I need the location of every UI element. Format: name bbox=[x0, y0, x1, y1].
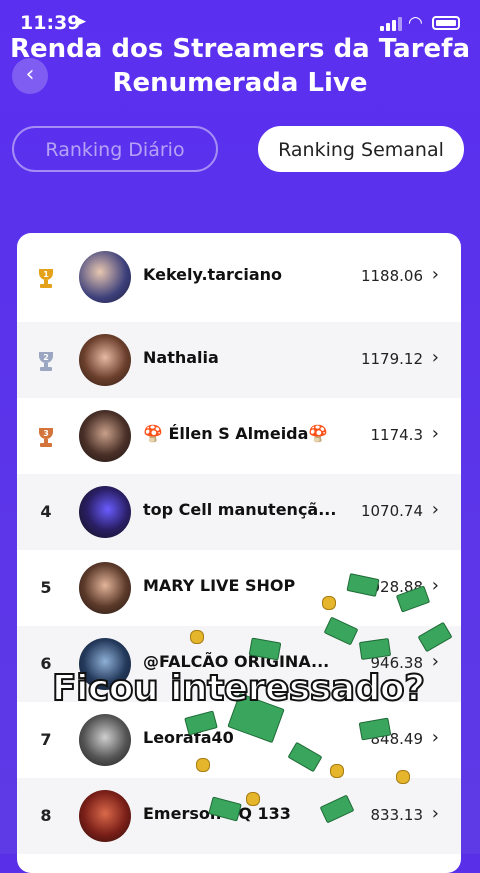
wifi-icon: ◠ bbox=[408, 13, 423, 33]
ranking-list: 1 Kekely.tarciano 1188.06 › 2 Nathalia 1… bbox=[17, 233, 461, 873]
signal-icon bbox=[380, 17, 402, 31]
avatar bbox=[79, 790, 131, 842]
score: 1188.06 bbox=[360, 267, 423, 285]
score: 833.13 bbox=[370, 806, 424, 824]
score: 1179.12 bbox=[360, 350, 423, 368]
avatar bbox=[79, 562, 131, 614]
bronze-trophy-icon: 3 bbox=[37, 428, 55, 448]
list-item[interactable]: 3 🍄 Éllen S Almeida🍄 1174.3 › bbox=[17, 398, 461, 474]
tab-ranking-semanal[interactable]: Ranking Semanal bbox=[258, 126, 464, 172]
gold-trophy-icon: 1 bbox=[37, 269, 55, 289]
streamer-name: Kekely.tarciano bbox=[143, 265, 283, 284]
chevron-right-icon: › bbox=[431, 264, 439, 285]
promo-overlay-text: Ficou interessado? bbox=[51, 667, 426, 710]
back-button[interactable]: ‹ bbox=[12, 58, 48, 94]
avatar bbox=[79, 251, 131, 303]
streamer-name: Nathalia bbox=[143, 348, 219, 367]
score: 1070.74 bbox=[360, 502, 423, 520]
silver-trophy-icon: 2 bbox=[37, 352, 55, 372]
chevron-right-icon: › bbox=[431, 499, 439, 520]
chevron-right-icon: › bbox=[431, 803, 439, 824]
avatar bbox=[79, 486, 131, 538]
avatar bbox=[79, 410, 131, 462]
tab-ranking-diario[interactable]: Ranking Diário bbox=[12, 126, 218, 172]
rank-number: 7 bbox=[40, 730, 52, 749]
chevron-right-icon: › bbox=[431, 575, 439, 596]
chevron-right-icon: › bbox=[431, 651, 439, 672]
streamer-name: top Cell manutençã... bbox=[143, 500, 337, 519]
streamer-name: MARY LIVE SHOP bbox=[143, 576, 296, 595]
list-item[interactable]: 5 MARY LIVE SHOP 1028.88 › bbox=[17, 550, 461, 626]
chevron-left-icon: ‹ bbox=[25, 62, 35, 87]
location-icon: ➤ bbox=[75, 14, 87, 30]
page-title: Renda dos Streamers da Tarefa Renumerada… bbox=[9, 34, 471, 98]
rank-number: 4 bbox=[40, 502, 52, 521]
list-item[interactable]: 4 top Cell manutençã... 1070.74 › bbox=[17, 474, 461, 550]
battery-icon bbox=[432, 16, 460, 30]
rank-number: 8 bbox=[40, 806, 52, 825]
avatar bbox=[79, 714, 131, 766]
list-item[interactable]: 1 Kekely.tarciano 1188.06 › bbox=[17, 239, 461, 315]
streamer-name: 🍄 Éllen S Almeida🍄 bbox=[143, 424, 329, 443]
avatar bbox=[79, 334, 131, 386]
list-item[interactable]: 8 Emerson SQ 133 833.13 › bbox=[17, 778, 461, 854]
rank-number: 5 bbox=[40, 578, 52, 597]
ranking-tabs: Ranking Diário Ranking Semanal bbox=[12, 126, 466, 174]
chevron-right-icon: › bbox=[431, 423, 439, 444]
score: 1174.3 bbox=[370, 426, 424, 444]
streamer-name: Emerson SQ 133 bbox=[143, 804, 291, 823]
chevron-right-icon: › bbox=[431, 347, 439, 368]
chevron-right-icon: › bbox=[431, 727, 439, 748]
status-time: 11:39 bbox=[20, 12, 81, 34]
list-item[interactable]: 2 Nathalia 1179.12 › bbox=[17, 322, 461, 398]
